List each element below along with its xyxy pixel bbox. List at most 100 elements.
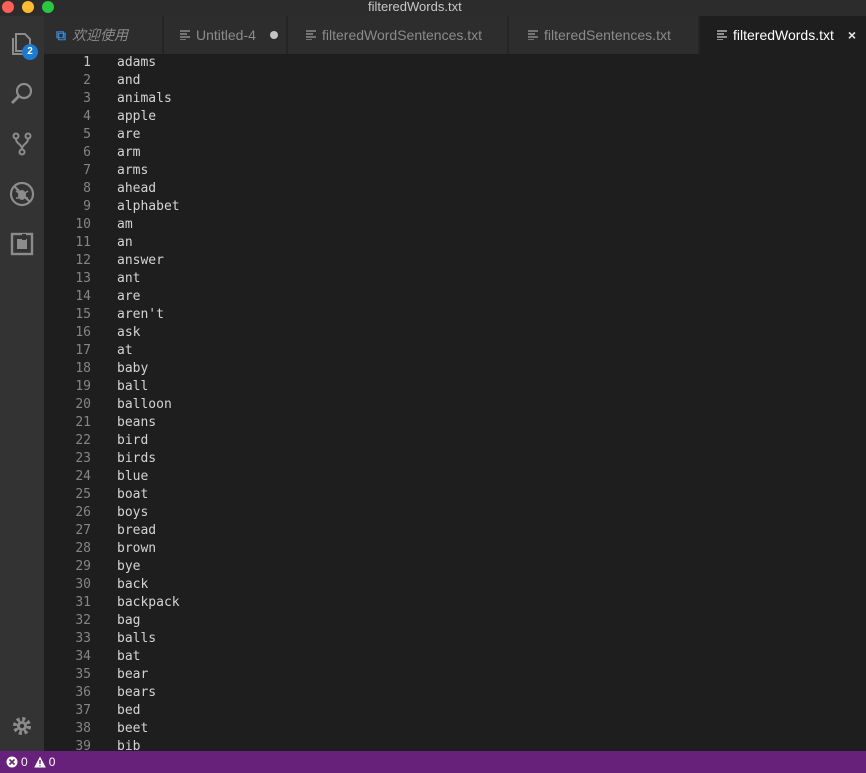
- editor-line[interactable]: 30 back: [44, 576, 866, 594]
- line-text[interactable]: backpack: [117, 594, 180, 612]
- editor-line[interactable]: 22 bird: [44, 432, 866, 450]
- tab-untitled-4[interactable]: Untitled-4: [164, 16, 286, 54]
- line-text[interactable]: arms: [117, 162, 148, 180]
- editor-line[interactable]: 39 bib: [44, 738, 866, 751]
- editor-line[interactable]: 21 beans: [44, 414, 866, 432]
- editor-line[interactable]: 38 beet: [44, 720, 866, 738]
- editor-line[interactable]: 19 ball: [44, 378, 866, 396]
- problems-indicator[interactable]: 0: [6, 755, 28, 769]
- line-text[interactable]: an: [117, 234, 133, 252]
- editor-line[interactable]: 12 answer: [44, 252, 866, 270]
- line-text[interactable]: are: [117, 288, 140, 306]
- search-button[interactable]: [6, 78, 38, 110]
- line-text[interactable]: bib: [117, 738, 140, 751]
- debug-icon: [9, 181, 35, 207]
- warning-count: 0: [48, 755, 56, 769]
- tab-bar: ⧉ 欢迎使用 Untitled-4 filteredWordSentences.…: [44, 16, 866, 54]
- tab-filtered-sentences[interactable]: filteredSentences.txt: [509, 16, 698, 54]
- line-text[interactable]: alphabet: [117, 198, 180, 216]
- editor-line[interactable]: 36 bears: [44, 684, 866, 702]
- line-text[interactable]: bread: [117, 522, 156, 540]
- editor-area[interactable]: 1 adams 2 and 3 animals 4 apple 5 are 6 arm 7 arms 8 ah…: [44, 54, 866, 751]
- editor-line[interactable]: 20 balloon: [44, 396, 866, 414]
- tab-label: filteredWords.txt: [733, 27, 834, 43]
- line-text[interactable]: beet: [117, 720, 148, 738]
- editor-line[interactable]: 34 bat: [44, 648, 866, 666]
- line-number: 31: [75, 595, 91, 610]
- editor-line[interactable]: 11 an: [44, 234, 866, 252]
- line-text[interactable]: animals: [117, 90, 172, 108]
- line-text[interactable]: arm: [117, 144, 140, 162]
- line-text[interactable]: am: [117, 216, 133, 234]
- line-text[interactable]: and: [117, 72, 140, 90]
- editor-line[interactable]: 32 bag: [44, 612, 866, 630]
- editor-line[interactable]: 25 boat: [44, 486, 866, 504]
- editor-line[interactable]: 26 boys: [44, 504, 866, 522]
- line-text[interactable]: answer: [117, 252, 164, 270]
- line-text[interactable]: bye: [117, 558, 140, 576]
- line-text[interactable]: boat: [117, 486, 148, 504]
- line-text[interactable]: ball: [117, 378, 148, 396]
- editor-line[interactable]: 14 are: [44, 288, 866, 306]
- editor-line[interactable]: 13 ant: [44, 270, 866, 288]
- line-text[interactable]: bag: [117, 612, 140, 630]
- line-text[interactable]: bear: [117, 666, 148, 684]
- line-text[interactable]: back: [117, 576, 148, 594]
- editor-line[interactable]: 17 at: [44, 342, 866, 360]
- line-text[interactable]: balloon: [117, 396, 172, 414]
- editor-line[interactable]: 5 are: [44, 126, 866, 144]
- debug-button[interactable]: [6, 178, 38, 210]
- explorer-button[interactable]: 2: [6, 28, 38, 60]
- extensions-button[interactable]: [6, 228, 38, 260]
- editor-line[interactable]: 18 baby: [44, 360, 866, 378]
- tab-welcome[interactable]: ⧉ 欢迎使用: [44, 16, 162, 54]
- line-text[interactable]: ask: [117, 324, 140, 342]
- editor-line[interactable]: 3 animals: [44, 90, 866, 108]
- line-text[interactable]: boys: [117, 504, 148, 522]
- editor-line[interactable]: 28 brown: [44, 540, 866, 558]
- editor-line[interactable]: 27 bread: [44, 522, 866, 540]
- line-text[interactable]: blue: [117, 468, 148, 486]
- line-text[interactable]: bed: [117, 702, 140, 720]
- line-text[interactable]: bat: [117, 648, 140, 666]
- line-text[interactable]: baby: [117, 360, 148, 378]
- line-text[interactable]: adams: [117, 54, 156, 72]
- editor-line[interactable]: 29 bye: [44, 558, 866, 576]
- editor-line[interactable]: 33 balls: [44, 630, 866, 648]
- line-text[interactable]: beans: [117, 414, 156, 432]
- editor-line[interactable]: 31 backpack: [44, 594, 866, 612]
- line-text[interactable]: bears: [117, 684, 156, 702]
- editor-line[interactable]: 15 aren't: [44, 306, 866, 324]
- editor-line[interactable]: 8 ahead: [44, 180, 866, 198]
- editor-line[interactable]: 1 adams: [44, 54, 866, 72]
- line-text[interactable]: at: [117, 342, 133, 360]
- line-text[interactable]: birds: [117, 450, 156, 468]
- line-text[interactable]: are: [117, 126, 140, 144]
- line-text[interactable]: ahead: [117, 180, 156, 198]
- line-text[interactable]: aren't: [117, 306, 164, 324]
- line-text[interactable]: brown: [117, 540, 156, 558]
- editor-line[interactable]: 4 apple: [44, 108, 866, 126]
- editor-line[interactable]: 24 blue: [44, 468, 866, 486]
- unsaved-dot-icon[interactable]: [269, 31, 278, 39]
- editor-line[interactable]: 10 am: [44, 216, 866, 234]
- editor-line[interactable]: 16 ask: [44, 324, 866, 342]
- tab-filtered-word-sentences[interactable]: filteredWordSentences.txt: [288, 16, 507, 54]
- settings-button[interactable]: [6, 710, 38, 742]
- line-number: 29: [75, 559, 91, 574]
- editor-line[interactable]: 9 alphabet: [44, 198, 866, 216]
- editor-line[interactable]: 7 arms: [44, 162, 866, 180]
- tab-filtered-words[interactable]: filteredWords.txt ×: [700, 16, 866, 54]
- editor-line[interactable]: 37 bed: [44, 702, 866, 720]
- source-control-button[interactable]: [6, 128, 38, 160]
- line-text[interactable]: bird: [117, 432, 148, 450]
- editor-line[interactable]: 6 arm: [44, 144, 866, 162]
- line-text[interactable]: balls: [117, 630, 156, 648]
- line-text[interactable]: ant: [117, 270, 140, 288]
- line-text[interactable]: apple: [117, 108, 156, 126]
- warnings-indicator[interactable]: 0: [33, 755, 56, 769]
- editor-line[interactable]: 35 bear: [44, 666, 866, 684]
- editor-line[interactable]: 2 and: [44, 72, 866, 90]
- close-tab-icon[interactable]: ×: [848, 27, 856, 43]
- editor-line[interactable]: 23 birds: [44, 450, 866, 468]
